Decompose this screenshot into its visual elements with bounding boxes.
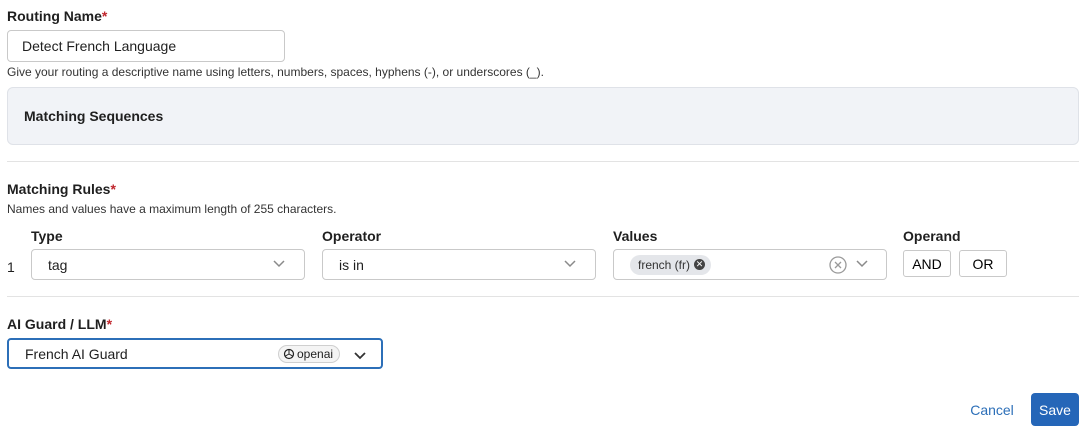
routing-name-label-text: Routing Name <box>7 8 102 24</box>
provider-badge: openai <box>278 345 341 363</box>
matching-rules-label-text: Matching Rules <box>7 181 111 197</box>
values-multiselect[interactable]: french (fr) ✕ <box>613 249 887 280</box>
chevron-down-icon[interactable] <box>855 259 869 269</box>
matching-sequences-panel[interactable]: Matching Sequences <box>7 87 1079 145</box>
chevron-down-icon[interactable] <box>563 259 577 269</box>
save-button[interactable]: Save <box>1031 393 1079 426</box>
required-mark: * <box>110 181 116 197</box>
matching-rules-help: Names and values have a maximum length o… <box>7 202 337 216</box>
matching-sequences-title: Matching Sequences <box>24 108 164 124</box>
ai-guard-select[interactable]: French AI Guard openai <box>7 338 383 369</box>
matching-rules-label: Matching Rules* <box>7 181 116 197</box>
value-tag-label: french (fr) <box>638 257 691 272</box>
ai-guard-select-value: French AI Guard <box>25 345 128 362</box>
routing-name-input[interactable] <box>7 30 285 62</box>
ai-guard-label: AI Guard / LLM* <box>7 316 112 332</box>
chevron-down-icon[interactable] <box>353 348 367 364</box>
column-header-operand: Operand <box>903 228 961 244</box>
column-header-operator: Operator <box>322 228 382 244</box>
operand-and-button[interactable]: AND <box>903 250 951 277</box>
type-select[interactable]: tag <box>31 249 305 280</box>
cancel-button[interactable]: Cancel <box>961 394 1023 426</box>
operator-select-value: is in <box>339 256 364 273</box>
divider <box>7 296 1079 297</box>
type-select-value: tag <box>48 256 68 273</box>
column-header-values: Values <box>613 228 658 244</box>
operator-select[interactable]: is in <box>322 249 596 280</box>
remove-tag-icon[interactable]: ✕ <box>694 259 706 270</box>
clear-icon[interactable] <box>828 255 848 275</box>
ai-guard-label-text: AI Guard / LLM <box>7 316 107 332</box>
chevron-down-icon[interactable] <box>272 259 286 269</box>
openai-logo-icon <box>283 348 295 360</box>
operand-or-button[interactable]: OR <box>959 250 1007 277</box>
value-tag-chip: french (fr) ✕ <box>630 254 712 275</box>
required-mark: * <box>106 316 113 332</box>
column-header-type: Type <box>31 228 63 244</box>
routing-name-label: Routing Name* <box>7 8 107 24</box>
routing-name-help: Give your routing a descriptive name usi… <box>7 65 544 79</box>
rule-row-index: 1 <box>7 259 15 275</box>
required-mark: * <box>101 8 108 24</box>
divider <box>7 161 1079 162</box>
provider-label: openai <box>297 347 334 361</box>
